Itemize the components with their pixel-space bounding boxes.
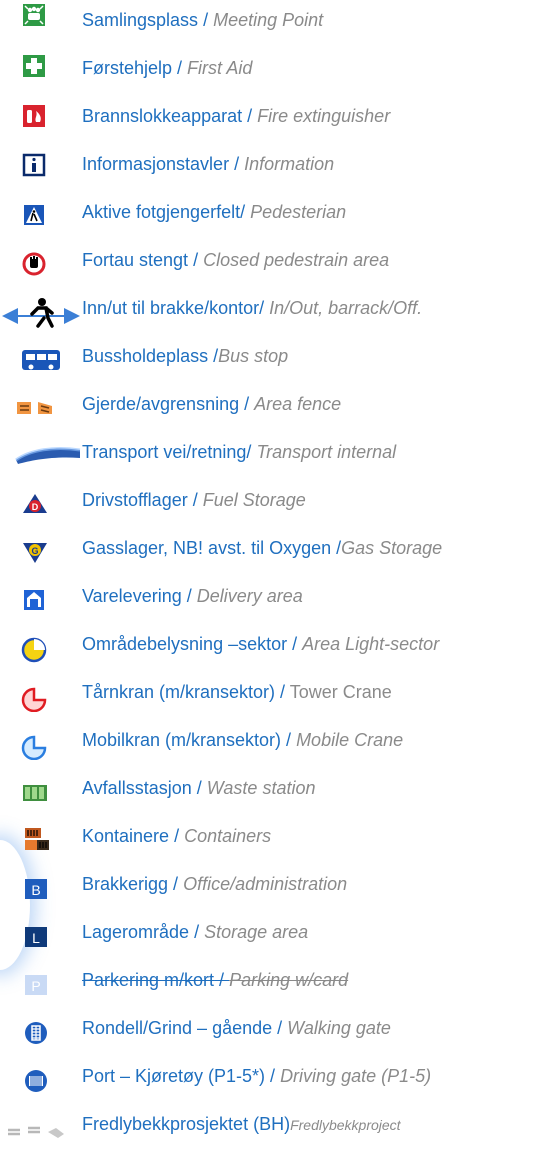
meeting-point-icon [21, 0, 61, 40]
parking-p-icon: P [24, 960, 64, 1000]
legend-label: Transport vei/retning/ Transport interna… [82, 442, 397, 462]
legend-label: Inn/ut til brakke/kontor/ In/Out, barrac… [82, 298, 423, 318]
legend-label: Bussholdeplass /Bus stop [82, 346, 289, 366]
legend-item-tower-crane: Tårnkran (m/kransektor) / Tower Crane [0, 672, 536, 712]
storage-l-icon: L [24, 912, 64, 952]
legend-item-bus: Bussholdeplass /Bus stop [0, 336, 536, 376]
legend-label: Informasjonstavler / Information [82, 154, 335, 174]
legend-label: Parkering m/kort / Parking w/card [82, 970, 349, 990]
legend-item-fence: Gjerde/avgrensning / Area fence [0, 384, 536, 424]
fuel-storage-icon: D [21, 480, 61, 520]
legend-label: Varelevering / Delivery area [82, 586, 303, 606]
legend-item-waste: Avfallsstasjon / Waste station [0, 768, 536, 808]
legend-label: Mobilkran (m/kransektor) / Mobile Crane [82, 730, 404, 750]
legend-label: Samlingsplass / Meeting Point [82, 10, 324, 30]
legend-item-gas: G Gasslager, NB! avst. til Oxygen /Gas S… [0, 528, 536, 568]
bus-icon [20, 336, 64, 376]
legend-item-storage: L Lagerområde / Storage area [0, 912, 536, 952]
legend-item-mobile-crane: Mobilkran (m/kransektor) / Mobile Crane [0, 720, 536, 760]
legend-item-office: B Brakkerigg / Office/administration [0, 864, 536, 904]
legend-label: Port – Kjøretøy (P1-5*) / Driving gate (… [82, 1066, 432, 1086]
legend-item-fuel: D Drivstofflager / Fuel Storage [0, 480, 536, 520]
legend-label: Drivstofflager / Fuel Storage [82, 490, 306, 510]
legend-item-pedestrian: Aktive fotgjengerfelt/ Pedesterian [0, 192, 536, 232]
waste-station-icon [21, 768, 61, 808]
legend-label: Gasslager, NB! avst. til Oxygen /Gas Sto… [82, 538, 443, 558]
legend-item-fire-extinguisher: Brannslokkeapparat / Fire extinguisher [0, 96, 536, 136]
legend-label: Kontainere / Containers [82, 826, 272, 846]
parking-letter: P [31, 978, 40, 994]
legend-item-in-out: Inn/ut til brakke/kontor/ In/Out, barrac… [0, 288, 536, 328]
walking-gate-icon [21, 1008, 61, 1048]
svg-text:G: G [31, 546, 38, 556]
legend-label: Rondell/Grind – gående / Walking gate [82, 1018, 391, 1038]
legend-item-parking: P Parkering m/kort / Parking w/card [0, 960, 536, 1000]
walking-person-arrows-icon [0, 288, 82, 328]
first-aid-icon [21, 48, 61, 88]
legend-label: Brannslokkeapparat / Fire extinguisher [82, 106, 391, 126]
closed-pedestrian-icon [21, 240, 61, 280]
mobile-crane-icon [21, 720, 61, 760]
legend-item-transport: Transport vei/retning/ Transport interna… [0, 432, 536, 472]
legend-item-first-aid: Førstehjelp / First Aid [0, 48, 536, 88]
legend-item-containers: Kontainere / Containers [0, 816, 536, 856]
fire-extinguisher-icon [21, 96, 61, 136]
legend: Samlingsplass / Meeting Point Førstehjel… [0, 0, 536, 1156]
legend-item-driving-gate: Port – Kjøretøy (P1-5*) / Driving gate (… [0, 1056, 536, 1096]
legend-item-walking-gate: Rondell/Grind – gående / Walking gate [0, 1008, 536, 1048]
office-letter: B [31, 882, 40, 898]
legend-label: Tårnkran (m/kransektor) / Tower Crane [82, 682, 392, 702]
containers-icon [21, 816, 61, 856]
legend-label: Gjerde/avgrensning / Area fence [82, 394, 342, 414]
tower-crane-icon [21, 672, 61, 712]
legend-label: Lagerområde / Storage area [82, 922, 309, 942]
legend-item-closed-pedestrian: Fortau stengt / Closed pedestrain area [0, 240, 536, 280]
legend-label: Fredlybekkprosjektet (BH)Fredlybekkproje… [82, 1114, 401, 1134]
pedestrian-crossing-icon [21, 192, 61, 232]
legend-item-delivery: Varelevering / Delivery area [0, 576, 536, 616]
svg-text:D: D [32, 502, 39, 512]
fence-icon [14, 384, 74, 424]
legend-item-meeting-point: Samlingsplass / Meeting Point [0, 0, 536, 40]
gas-storage-icon: G [21, 528, 61, 568]
delivery-icon [21, 576, 61, 616]
legend-label: Brakkerigg / Office/administration [82, 874, 348, 894]
project-boundary-icon [4, 1104, 80, 1144]
legend-label: Avfallsstasjon / Waste station [82, 778, 316, 798]
storage-letter: L [32, 930, 40, 946]
office-b-icon: B [24, 864, 64, 904]
legend-item-area-light: Områdebelysning –sektor / Area Light-sec… [0, 624, 536, 664]
transport-road-icon [10, 432, 82, 472]
legend-label: Førstehjelp / First Aid [82, 58, 253, 78]
legend-item-project: Fredlybekkprosjektet (BH)Fredlybekkproje… [0, 1104, 536, 1144]
legend-label: Fortau stengt / Closed pedestrain area [82, 250, 390, 270]
information-icon [21, 144, 61, 184]
area-light-icon [21, 624, 61, 664]
legend-label: Aktive fotgjengerfelt/ Pedesterian [82, 202, 347, 222]
legend-item-information: Informasjonstavler / Information [0, 144, 536, 184]
driving-gate-icon [21, 1056, 61, 1096]
legend-label: Områdebelysning –sektor / Area Light-sec… [82, 634, 440, 654]
